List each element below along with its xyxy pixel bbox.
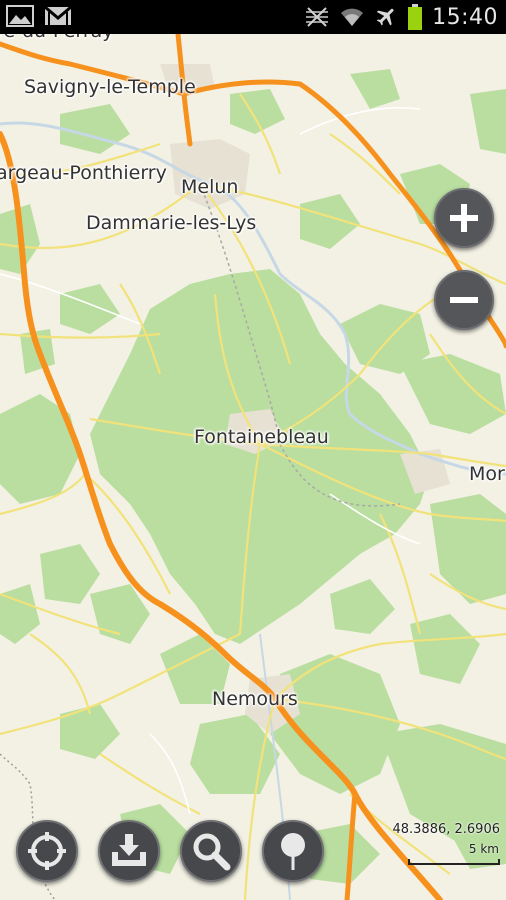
download-maps-button[interactable] <box>98 820 160 882</box>
zoom-in-button[interactable] <box>434 188 494 248</box>
place-label-ponthierry: argeau-Ponthierry <box>0 162 167 184</box>
zoom-out-button[interactable] <box>434 270 494 330</box>
place-label-nemours: Nemours <box>212 688 298 710</box>
pin-icon <box>281 833 305 870</box>
search-button[interactable] <box>180 820 242 882</box>
add-pin-button[interactable] <box>262 820 324 882</box>
minus-icon <box>450 297 478 303</box>
coordinates-readout: 48.3886, 2.6906 <box>392 822 500 837</box>
search-icon <box>193 833 231 871</box>
wifi-icon <box>340 6 364 28</box>
gmail-icon <box>44 5 72 27</box>
my-location-button[interactable] <box>16 820 78 882</box>
airplane-mode-icon <box>374 5 398 29</box>
place-label-perray: re-du-Perray <box>0 34 114 42</box>
crosshair-icon <box>28 832 66 870</box>
place-label-melun: Melun <box>181 176 239 198</box>
scale-bar <box>408 859 500 865</box>
scale-label: 5 km <box>468 842 499 856</box>
map-view[interactable]: re-du-Perray Savigny-le-Temple argeau-Po… <box>0 34 506 900</box>
place-label-dammarie: Dammarie-les-Lys <box>86 212 257 234</box>
place-label-fontainebleau: Fontainebleau <box>194 426 329 448</box>
gallery-icon <box>6 5 34 27</box>
status-bar: 15:40 <box>0 0 506 34</box>
clock: 15:40 <box>432 4 498 30</box>
place-label-moret: Mor <box>469 463 505 485</box>
download-icon <box>112 834 146 866</box>
no-signal-icon <box>304 6 330 28</box>
place-label-savigny: Savigny-le-Temple <box>24 76 196 98</box>
battery-icon <box>408 4 423 30</box>
plus-icon <box>450 204 478 232</box>
